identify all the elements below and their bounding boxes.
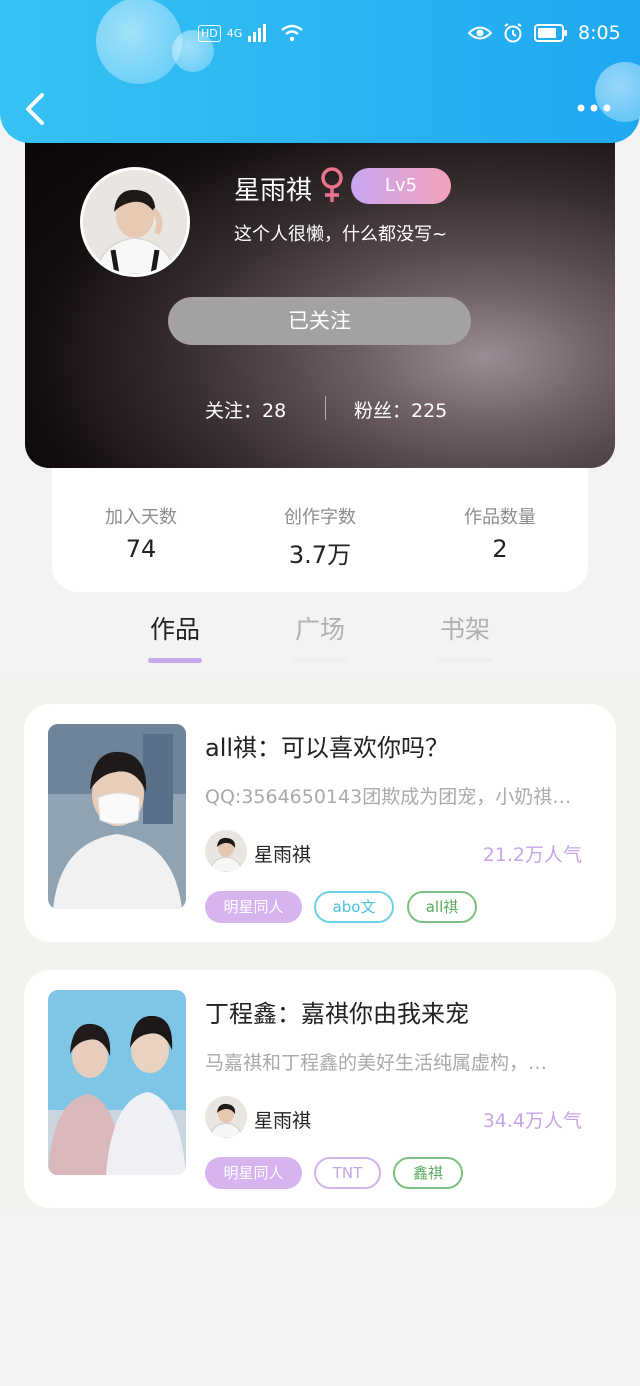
tag-chip[interactable]: TNT bbox=[314, 1157, 381, 1189]
stat-join-days: 加入天数 74 bbox=[71, 503, 211, 563]
profile-bio: 这个人很懒，什么都没写~ bbox=[234, 224, 448, 245]
status-left: HD 4G bbox=[198, 24, 304, 42]
top-bar: HD 4G 8:05 bbox=[0, 0, 640, 143]
author-name: 星雨祺 bbox=[254, 844, 312, 866]
tab-indicator bbox=[148, 658, 202, 663]
popularity: 21.2万人气 bbox=[482, 844, 582, 866]
alarm-icon bbox=[504, 23, 522, 43]
author-name: 星雨祺 bbox=[254, 1110, 312, 1132]
more-button[interactable] bbox=[576, 100, 612, 116]
back-button[interactable] bbox=[22, 92, 52, 126]
follow-button[interactable]: 已关注 bbox=[168, 297, 471, 345]
stats-card: 加入天数 74 创作字数 3.7万 作品数量 2 bbox=[52, 460, 588, 592]
tab-indicator bbox=[438, 658, 492, 663]
profile-avatar[interactable] bbox=[80, 167, 190, 277]
tab-label: 广场 bbox=[294, 615, 345, 644]
author-avatar bbox=[205, 1096, 247, 1138]
work-cover bbox=[48, 990, 186, 1175]
work-description: QQ:3564650143团欺成为团宠，小奶祺… bbox=[205, 786, 572, 808]
level-badge: Lv5 bbox=[351, 168, 451, 204]
tag-chip[interactable]: all祺 bbox=[407, 891, 477, 923]
network-badge: HD bbox=[198, 24, 221, 42]
work-description: 马嘉祺和丁程鑫的美好生活纯属虚构，… bbox=[205, 1052, 548, 1074]
network-type: 4G bbox=[226, 26, 243, 40]
tab-label: 作品 bbox=[149, 615, 200, 644]
following-count[interactable]: 关注：28 bbox=[205, 396, 286, 423]
tab-square[interactable]: 广场 bbox=[280, 610, 360, 663]
stat-value: 3.7万 bbox=[288, 541, 352, 569]
works-list: all祺：可以喜欢你吗？ QQ:3564650143团欺成为团宠，小奶祺… 星雨… bbox=[0, 676, 640, 1211]
battery-icon bbox=[534, 24, 567, 42]
profile-hero bbox=[25, 100, 615, 468]
followers-count[interactable]: 粉丝：225 bbox=[354, 396, 447, 423]
stat-works-count: 作品数量 2 bbox=[430, 503, 570, 563]
eye-icon bbox=[468, 26, 492, 40]
stat-value: 2 bbox=[492, 535, 508, 563]
tag-chip[interactable]: 鑫祺 bbox=[393, 1157, 463, 1189]
cover-image bbox=[48, 724, 186, 909]
work-card[interactable]: all祺：可以喜欢你吗？ QQ:3564650143团欺成为团宠，小奶祺… 星雨… bbox=[24, 704, 616, 942]
tab-indicator bbox=[293, 658, 347, 663]
signal-icon bbox=[248, 24, 267, 42]
wifi-icon bbox=[281, 24, 304, 42]
stat-label: 加入天数 bbox=[105, 507, 177, 528]
work-cover bbox=[48, 724, 186, 909]
work-title: 丁程鑫：嘉祺你由我来宠 bbox=[205, 1000, 469, 1028]
author-avatar-image bbox=[205, 830, 247, 872]
female-icon bbox=[321, 167, 343, 202]
tag-chip[interactable]: abo文 bbox=[314, 891, 394, 923]
profile-name: 星雨祺 bbox=[234, 176, 313, 206]
work-title: all祺：可以喜欢你吗？ bbox=[205, 734, 450, 762]
stat-label: 创作字数 bbox=[284, 507, 356, 528]
popularity: 34.4万人气 bbox=[482, 1110, 582, 1132]
avatar-image bbox=[83, 170, 187, 274]
status-time: 8:05 bbox=[578, 22, 621, 44]
stat-word-count: 创作字数 3.7万 bbox=[250, 503, 390, 570]
tab-label: 书架 bbox=[439, 615, 490, 644]
tab-bookshelf[interactable]: 书架 bbox=[425, 610, 505, 663]
tag-chip[interactable]: 明星同人 bbox=[205, 891, 302, 923]
stat-value: 74 bbox=[125, 535, 157, 563]
cover-image bbox=[48, 990, 186, 1175]
status-right: 8:05 bbox=[468, 22, 621, 44]
counts-divider bbox=[325, 396, 326, 420]
tag-chip[interactable]: 明星同人 bbox=[205, 1157, 302, 1189]
tab-works[interactable]: 作品 bbox=[135, 610, 215, 663]
author-avatar bbox=[205, 830, 247, 872]
author-avatar-image bbox=[205, 1096, 247, 1138]
decor-bubble bbox=[96, 0, 182, 84]
stat-label: 作品数量 bbox=[464, 507, 536, 528]
work-card[interactable]: 丁程鑫：嘉祺你由我来宠 马嘉祺和丁程鑫的美好生活纯属虚构，… 星雨祺 34.4万… bbox=[24, 970, 616, 1208]
